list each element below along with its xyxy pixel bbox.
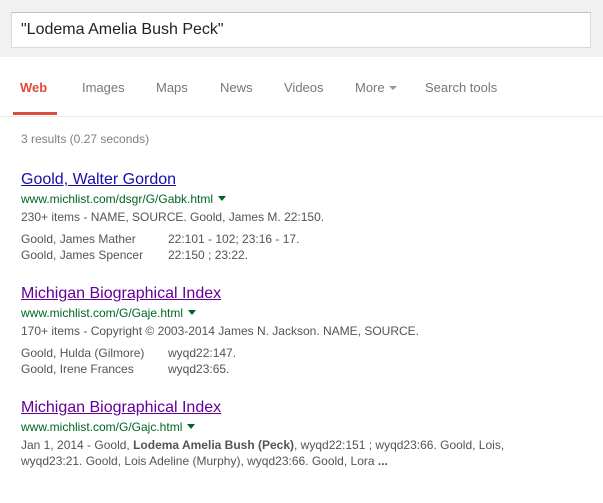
result-stats: 3 results (0.27 seconds) (21, 132, 150, 146)
result-snippet: 170+ items - Copyright © 2003-2014 James… (21, 324, 419, 338)
search-tabs: Web Images Maps News Videos More Search … (0, 57, 603, 117)
result-table: Goold, James Mather 22:101 - 102; 23:16 -… (21, 231, 591, 263)
result-url-text: www.michlist.com/G/Gaje.html (21, 306, 184, 320)
row-name: Goold, James Mather (21, 232, 136, 246)
snippet-text: Jan 1, 2014 - Goold, (21, 438, 134, 452)
search-result: Michigan Biographical Index www.michlist… (21, 284, 591, 377)
result-snippet: 230+ items - NAME, SOURCE. Goold, James … (21, 210, 325, 224)
table-row: Goold, James Mather 22:101 - 102; 23:16 -… (21, 231, 591, 247)
result-title-link[interactable]: Goold, Walter Gordon (21, 170, 591, 189)
tab-images[interactable]: Images (82, 80, 125, 95)
result-table: Goold, Hulda (Gilmore) wyqd22:147. Goold,… (21, 345, 591, 377)
snippet-highlight: Lodema Amelia Bush (Peck) (133, 438, 295, 452)
search-input[interactable]: "Lodema Amelia Bush Peck" (11, 12, 591, 48)
result-url: www.michlist.com/G/Gaje.html (21, 305, 591, 321)
table-row: Goold, Irene Frances wyqd23:65. (21, 361, 591, 377)
chevron-down-icon (388, 85, 397, 90)
snippet-ellipsis: ... (377, 454, 388, 468)
tab-videos[interactable]: Videos (284, 80, 324, 95)
tab-news[interactable]: News (220, 80, 253, 95)
result-title-link[interactable]: Michigan Biographical Index (21, 398, 591, 417)
row-name: Goold, James Spencer (21, 248, 144, 262)
row-value: 22:101 - 102; 23:16 - 17. (168, 232, 300, 246)
search-header: "Lodema Amelia Bush Peck" (0, 0, 603, 57)
tab-search-tools[interactable]: Search tools (425, 80, 497, 95)
tab-maps[interactable]: Maps (156, 80, 188, 95)
result-url-text: www.michlist.com/dsgr/G/Gabk.html (21, 192, 214, 206)
search-query-text: "Lodema Amelia Bush Peck" (21, 21, 224, 38)
row-name: Goold, Hulda (Gilmore) (21, 346, 145, 360)
url-options-icon[interactable] (218, 196, 227, 202)
row-name: Goold, Irene Frances (21, 362, 134, 376)
row-value: wyqd22:147. (168, 346, 237, 360)
result-title-link[interactable]: Michigan Biographical Index (21, 284, 591, 303)
active-tab-indicator (13, 112, 57, 115)
table-row: Goold, Hulda (Gilmore) wyqd22:147. (21, 345, 591, 361)
tab-web[interactable]: Web (20, 80, 47, 95)
result-snippet: Jan 1, 2014 - Goold, Lodema Amelia Bush … (21, 437, 531, 469)
table-row: Goold, James Spencer 22:150 ; 23:22. (21, 247, 591, 263)
search-result: Goold, Walter Gordon www.michlist.com/ds… (21, 170, 591, 263)
result-url-text: www.michlist.com/G/Gajc.html (21, 420, 183, 434)
row-value: 22:150 ; 23:22. (168, 248, 249, 262)
tab-more-label: More (355, 80, 385, 95)
result-url: www.michlist.com/G/Gajc.html (21, 419, 591, 435)
url-options-icon[interactable] (188, 310, 197, 316)
row-value: wyqd23:65. (168, 362, 230, 376)
search-result: Michigan Biographical Index www.michlist… (21, 398, 591, 469)
result-url: www.michlist.com/dsgr/G/Gabk.html (21, 191, 591, 207)
tab-more[interactable]: More (355, 80, 397, 95)
url-options-icon[interactable] (187, 424, 196, 430)
